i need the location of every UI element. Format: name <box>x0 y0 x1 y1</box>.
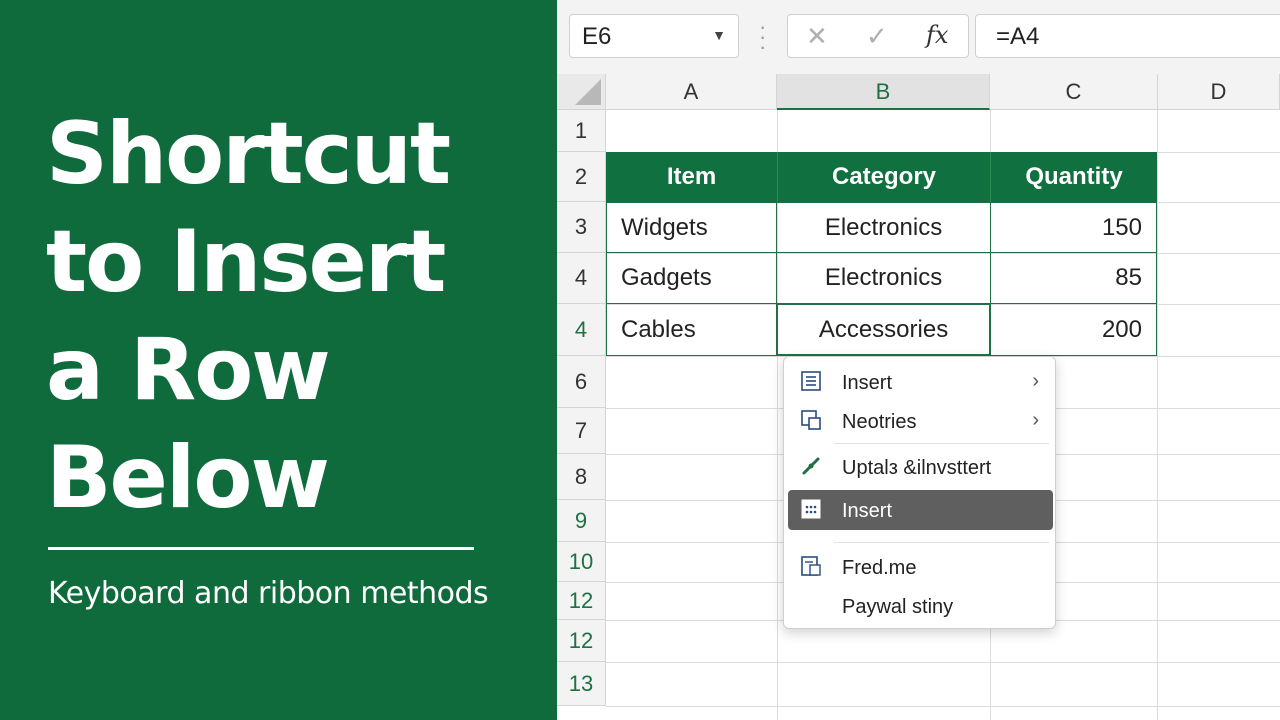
row-header[interactable]: 2 <box>557 152 606 202</box>
select-all-corner[interactable] <box>557 74 606 110</box>
column-header-c[interactable]: C <box>990 74 1158 110</box>
menu-item-paywal[interactable]: Paywal stiny <box>788 586 1053 626</box>
row-header[interactable]: 12 <box>557 620 606 662</box>
active-cell[interactable]: Accessories <box>776 303 991 356</box>
promo-panel: Shortcut to Insert a Row Below Keyboard … <box>0 0 557 720</box>
grid-icon <box>801 499 821 519</box>
name-box[interactable]: E6 ▼ <box>569 14 739 58</box>
chevron-right-icon: › <box>1032 370 1039 392</box>
menu-item-update[interactable]: Uptalз &ilnvsttert <box>788 447 1053 487</box>
menu-item-insert[interactable]: Insert › <box>788 362 1053 402</box>
menu-item-label: Paywal stiny <box>842 596 954 618</box>
gridline <box>606 706 1280 707</box>
chevron-right-icon: › <box>1032 409 1039 431</box>
menu-item-label: Fred.me <box>842 557 917 579</box>
menu-item-insert-highlighted[interactable]: Insert <box>788 490 1053 530</box>
row-header[interactable]: 4 <box>557 304 606 356</box>
table-cell[interactable]: 150 <box>990 202 1157 253</box>
table-cell[interactable]: 200 <box>990 303 1157 356</box>
formula-bar: E6 ▼ · · · ✕ ✓ fx =A4 <box>557 0 1280 74</box>
table-cell[interactable]: Cables <box>606 303 777 356</box>
table-header-item[interactable]: Item <box>606 152 777 202</box>
menu-item-label: Neotries <box>842 411 917 433</box>
menu-item-fredme[interactable]: Fred.me <box>788 547 1053 587</box>
menu-separator <box>834 542 1049 543</box>
row-header[interactable]: 4 <box>557 253 606 304</box>
table-cell[interactable]: Widgets <box>606 202 777 253</box>
menu-item-label: Insert <box>842 500 893 522</box>
row-header[interactable]: 12 <box>557 582 606 620</box>
formula-buttons: ✕ ✓ fx <box>787 14 969 58</box>
insert-function-icon[interactable]: fx <box>926 21 948 49</box>
context-menu: Insert › Neotries › Uptalз &ilnvsttert I… <box>783 356 1056 629</box>
promo-title-line-4: Below <box>46 428 330 528</box>
table-cell[interactable]: 85 <box>990 252 1157 304</box>
column-header-a[interactable]: A <box>606 74 777 110</box>
row-header[interactable]: 13 <box>557 662 606 706</box>
gridline <box>606 662 1280 663</box>
row-header[interactable]: 9 <box>557 500 606 542</box>
table-header-quantity[interactable]: Quantity <box>990 152 1157 202</box>
table-cell[interactable]: Electronics <box>776 252 991 304</box>
sheet-icon <box>801 556 821 576</box>
menu-item-label: Uptalз &ilnvsttert <box>842 457 992 479</box>
row-header[interactable]: 3 <box>557 202 606 253</box>
promo-subtitle: Keyboard and ribbon methods <box>48 576 489 611</box>
menu-separator <box>834 443 1049 444</box>
promo-title-line-1: Shortcut <box>46 104 451 204</box>
promo-title-line-3: a Row <box>46 320 331 420</box>
menu-item-neotries[interactable]: Neotries › <box>788 401 1053 441</box>
name-box-value: E6 <box>582 23 612 50</box>
table-cell[interactable]: Electronics <box>776 202 991 253</box>
more-options-icon[interactable]: · · · <box>759 16 766 58</box>
promo-divider <box>48 547 474 550</box>
list-icon <box>801 371 821 391</box>
table-icon <box>801 410 821 430</box>
column-header-b[interactable]: B <box>777 74 990 110</box>
link-icon <box>802 457 820 475</box>
table-header-category[interactable]: Category <box>777 152 990 202</box>
formula-value: =A4 <box>996 23 1040 50</box>
table-cell[interactable]: Gadgets <box>606 252 777 304</box>
formula-input[interactable]: =A4 <box>975 14 1280 58</box>
row-header[interactable]: 1 <box>557 110 606 152</box>
promo-title: Shortcut to Insert a Row Below <box>46 100 526 532</box>
chevron-down-icon[interactable]: ▼ <box>712 27 726 43</box>
row-header[interactable]: 10 <box>557 542 606 582</box>
row-header[interactable]: 8 <box>557 454 606 500</box>
promo-title-line-2: to Insert <box>46 212 446 312</box>
gridline <box>1157 110 1158 720</box>
menu-item-label: Insert <box>842 372 893 394</box>
enter-icon[interactable]: ✓ <box>866 21 888 52</box>
column-header-d[interactable]: D <box>1158 74 1280 110</box>
row-header[interactable]: 7 <box>557 408 606 454</box>
cancel-icon[interactable]: ✕ <box>806 21 828 52</box>
row-header[interactable]: 6 <box>557 356 606 408</box>
